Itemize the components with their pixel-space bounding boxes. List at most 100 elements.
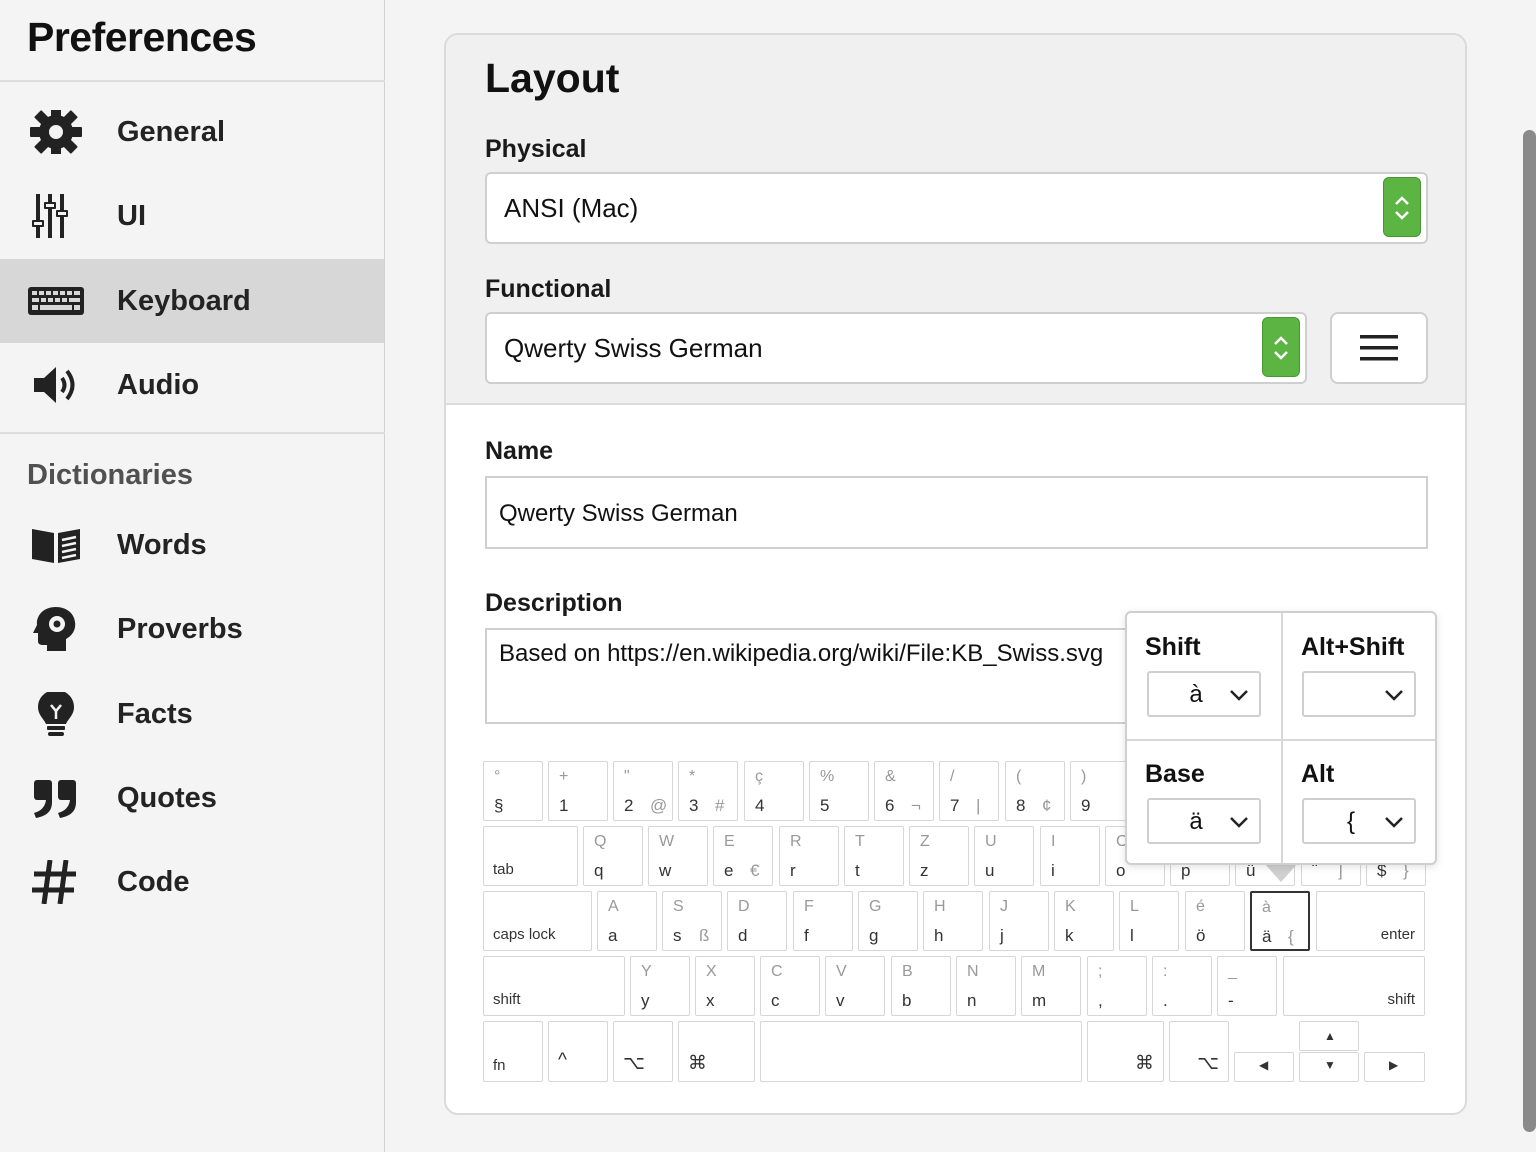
- key-enter[interactable]: enter: [1316, 891, 1425, 951]
- key-base-char: u: [985, 861, 995, 880]
- shift-char-select[interactable]: à: [1147, 671, 1261, 717]
- key-tab[interactable]: tab: [483, 826, 578, 886]
- key-u[interactable]: U u: [974, 826, 1034, 886]
- key-y[interactable]: Y y: [630, 956, 690, 1016]
- key-option-left[interactable]: ⌥: [613, 1021, 673, 1082]
- key-comma[interactable]: ; ,: [1087, 956, 1147, 1016]
- key-shift-char: M: [1032, 963, 1046, 980]
- key-command-left[interactable]: ⌘: [678, 1021, 755, 1082]
- key-minus[interactable]: _ -: [1217, 956, 1277, 1016]
- key-j[interactable]: J j: [989, 891, 1049, 951]
- lightbulb-icon: [38, 692, 74, 736]
- sidebar-item-words[interactable]: Words: [0, 503, 384, 587]
- key-e[interactable]: E e €: [713, 826, 773, 886]
- key-n[interactable]: N n: [956, 956, 1016, 1016]
- key-shift-char: H: [934, 898, 946, 915]
- key-h[interactable]: H h: [923, 891, 983, 951]
- key-arrow-up[interactable]: ▲: [1299, 1021, 1359, 1051]
- key-base-char: r: [790, 861, 796, 880]
- key-shift-char: C: [771, 963, 783, 980]
- key-g[interactable]: G g: [858, 891, 918, 951]
- key-alt-char: €: [750, 861, 760, 880]
- key-fn[interactable]: fn: [483, 1021, 543, 1082]
- key-period[interactable]: : .: [1152, 956, 1212, 1016]
- sidebar-item-code[interactable]: Code: [0, 840, 384, 924]
- key-control[interactable]: ^: [548, 1021, 608, 1082]
- key-k[interactable]: K k: [1054, 891, 1114, 951]
- key-arrow-right[interactable]: ▶: [1364, 1052, 1425, 1082]
- key-label: ▲: [1324, 1029, 1336, 1043]
- name-input[interactable]: Qwerty Swiss German: [485, 476, 1428, 549]
- key-base-char: 6: [885, 796, 895, 815]
- key-oe[interactable]: é ö: [1185, 891, 1245, 951]
- functional-select[interactable]: Qwerty Swiss German: [485, 312, 1307, 384]
- scrollbar[interactable]: [1523, 130, 1536, 1132]
- key-shift-char: %: [820, 768, 835, 785]
- key-option-right[interactable]: ⌥: [1169, 1021, 1229, 1082]
- key-1[interactable]: + 1: [548, 761, 608, 821]
- key-9[interactable]: ) 9: [1070, 761, 1130, 821]
- key-shift-char: D: [738, 898, 750, 915]
- key-4[interactable]: ç 4: [744, 761, 804, 821]
- key-shift-char: é: [1196, 898, 1205, 915]
- base-char-select[interactable]: ä: [1147, 798, 1261, 844]
- key-d[interactable]: D d: [727, 891, 787, 951]
- sidebar-item-facts[interactable]: Facts: [0, 672, 384, 756]
- key-base-char: o: [1116, 861, 1126, 880]
- key-shift-char: _: [1228, 963, 1237, 980]
- key-command-right[interactable]: ⌘: [1087, 1021, 1164, 1082]
- key-l[interactable]: L l: [1119, 891, 1179, 951]
- key-2[interactable]: " 2 @: [613, 761, 673, 821]
- key-edit-popover: Shift à Alt+Shift Base ä Alt {: [1125, 611, 1437, 865]
- key-s[interactable]: S s ß: [662, 891, 722, 951]
- key-c[interactable]: C c: [760, 956, 820, 1016]
- alt-shift-char-select[interactable]: [1302, 671, 1416, 717]
- description-textarea-value: Based on https://en.wikipedia.org/wiki/F…: [499, 640, 1104, 667]
- layout-menu-button[interactable]: [1330, 312, 1428, 384]
- key-base-char: w: [659, 861, 672, 880]
- key-caps-lock[interactable]: caps lock: [483, 891, 592, 951]
- key-x[interactable]: X x: [695, 956, 755, 1016]
- key-5[interactable]: % 5: [809, 761, 869, 821]
- key-t[interactable]: T t: [844, 826, 904, 886]
- key-arrow-down[interactable]: ▼: [1299, 1052, 1359, 1082]
- key-section[interactable]: ° §: [483, 761, 543, 821]
- head-gear-icon: [33, 607, 76, 651]
- sidebar-item-proverbs[interactable]: Proverbs: [0, 587, 384, 671]
- key-base-char: d: [738, 926, 748, 945]
- sidebar-item-audio[interactable]: Audio: [0, 343, 384, 427]
- sidebar-item-quotes[interactable]: Quotes: [0, 756, 384, 840]
- chevron-down-icon: [1230, 690, 1248, 701]
- key-b[interactable]: B b: [891, 956, 951, 1016]
- key-m[interactable]: M m: [1021, 956, 1081, 1016]
- key-r[interactable]: R r: [779, 826, 839, 886]
- quote-icon: [34, 780, 76, 818]
- key-ae-selected[interactable]: à ä {: [1250, 891, 1310, 951]
- sidebar-item-ui[interactable]: UI: [0, 174, 384, 258]
- alt-char-select[interactable]: {: [1302, 798, 1416, 844]
- key-w[interactable]: W w: [648, 826, 708, 886]
- key-shift-char: A: [608, 898, 619, 915]
- key-3[interactable]: * 3 #: [678, 761, 738, 821]
- physical-select[interactable]: ANSI (Mac): [485, 172, 1428, 244]
- key-v[interactable]: V v: [825, 956, 885, 1016]
- key-arrow-left[interactable]: ◀: [1234, 1052, 1294, 1082]
- key-shift-left[interactable]: shift: [483, 956, 625, 1016]
- key-6[interactable]: & 6 ¬: [874, 761, 934, 821]
- key-f[interactable]: F f: [793, 891, 853, 951]
- functional-stepper[interactable]: [1262, 317, 1300, 377]
- key-space[interactable]: [760, 1021, 1082, 1082]
- physical-stepper[interactable]: [1383, 177, 1421, 237]
- key-a[interactable]: A a: [597, 891, 657, 951]
- key-8[interactable]: ( 8 ¢: [1005, 761, 1065, 821]
- key-z[interactable]: Z z: [909, 826, 969, 886]
- sidebar-item-general[interactable]: General: [0, 90, 384, 174]
- key-7[interactable]: / 7 |: [939, 761, 999, 821]
- key-q[interactable]: Q q: [583, 826, 643, 886]
- key-shift-right[interactable]: shift: [1283, 956, 1425, 1016]
- key-base-char: 8: [1016, 796, 1026, 815]
- sidebar-item-keyboard[interactable]: Keyboard: [0, 259, 384, 343]
- key-i[interactable]: I i: [1040, 826, 1100, 886]
- key-base-char: 2: [624, 796, 634, 815]
- name-label: Name: [485, 437, 554, 465]
